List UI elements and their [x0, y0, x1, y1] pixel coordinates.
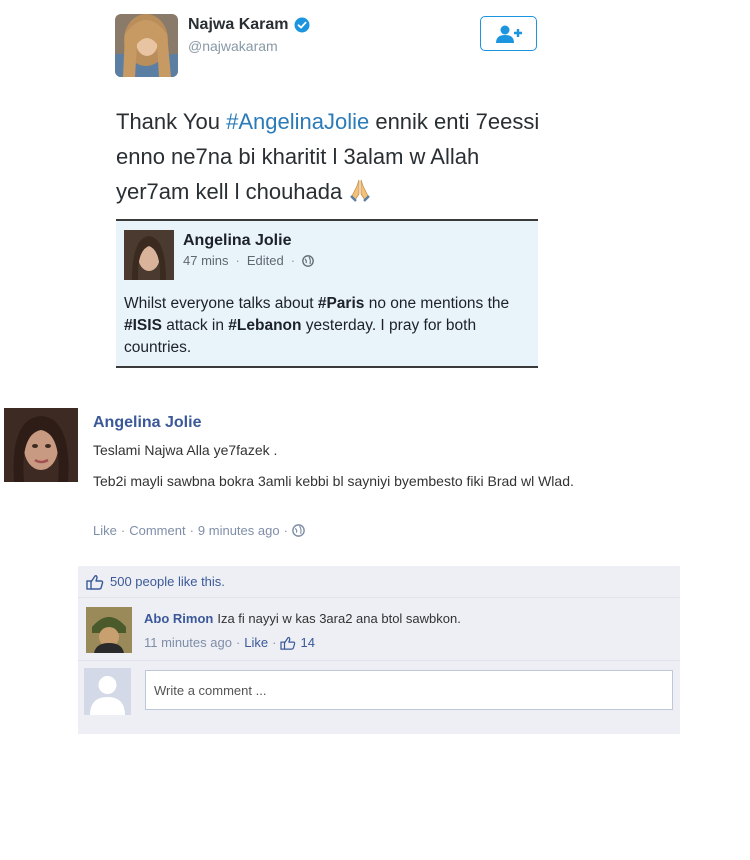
comment-author-avatar[interactable]: [4, 408, 78, 482]
embedded-tag-lebanon: #Lebanon: [228, 317, 302, 334]
reply-like-link[interactable]: Like: [244, 635, 268, 650]
separator-dot: ·: [120, 523, 126, 538]
write-comment-row: [78, 662, 680, 722]
embedded-post-author: Angelina Jolie: [183, 232, 292, 249]
comment-text-line2: Teb2i mayli sawbna bokra 3amli kebbi bl …: [93, 473, 574, 489]
tweet-author-handle[interactable]: @najwakaram: [188, 38, 278, 54]
reply-author-name[interactable]: Abo Rimon: [144, 611, 213, 626]
separator-dot: ·: [235, 635, 241, 650]
embedded-facebook-post[interactable]: Angelina Jolie 47 mins · Edited · Whilst…: [116, 219, 538, 368]
embedded-tag-isis: #ISIS: [124, 317, 162, 334]
add-user-icon: [495, 25, 522, 43]
reply-timestamp[interactable]: 11 minutes ago: [144, 635, 232, 650]
comment-text-line1: Teslami Najwa Alla ye7fazek .: [93, 442, 278, 458]
embedded-post-edited: Edited: [246, 253, 284, 268]
write-comment-input[interactable]: [145, 670, 673, 710]
embedded-post-meta: 47 mins · Edited ·: [183, 253, 314, 268]
tweet-text-prefix: Thank You: [116, 109, 227, 134]
separator-dot: ·: [283, 523, 288, 538]
comment-link[interactable]: Comment: [129, 523, 185, 538]
embedded-tag-paris: #Paris: [317, 295, 365, 312]
comment-timestamp[interactable]: 9 minutes ago: [198, 523, 280, 538]
embedded-text-part: attack in: [161, 317, 229, 334]
praying-hands-icon: [350, 179, 371, 202]
separator-dot: ·: [290, 253, 296, 268]
reply-text: Iza fi nayyi w kas 3ara2 ana btol sawbko…: [217, 611, 461, 626]
embedded-post-text: Whilst everyone talks about #Paris no on…: [124, 293, 536, 359]
comment-author-name[interactable]: Angelina Jolie: [93, 414, 201, 432]
embedded-text-part: no one mentions the: [364, 295, 510, 312]
reply-like-count[interactable]: 14: [300, 635, 314, 650]
tweet-author-name-row: Najwa Karam: [188, 16, 310, 34]
reply-author-avatar[interactable]: [86, 607, 132, 653]
current-user-avatar: [84, 668, 131, 715]
separator-dot: ·: [272, 635, 277, 650]
reply-comment: Abo Rimon Iza fi nayyi w kas 3ara2 ana bt…: [78, 599, 680, 661]
embedded-post-time: 47 mins: [183, 253, 229, 268]
verified-badge-icon: [294, 17, 309, 33]
tweet-hashtag-link[interactable]: #AngelinaJolie: [226, 109, 369, 134]
facebook-comment: Angelina Jolie Teslami Najwa Alla ye7faz…: [0, 396, 715, 576]
thumbs-up-icon: [280, 636, 296, 650]
globe-icon: [292, 524, 305, 537]
reply-header: Abo Rimon Iza fi nayyi w kas 3ara2 ana bt…: [144, 611, 461, 626]
likes-summary: 500 people like this.: [78, 566, 680, 598]
follow-button[interactable]: [480, 16, 537, 51]
tweet-author-avatar[interactable]: [115, 14, 178, 77]
comment-actions: Like · Comment · 9 minutes ago ·: [93, 523, 305, 538]
likes-count-text[interactable]: 500 people like this.: [110, 574, 225, 589]
tweet-text: Thank You #AngelinaJolie ennik enti 7ees…: [116, 104, 546, 209]
tweet-author-name[interactable]: Najwa Karam: [188, 16, 289, 34]
thumbs-up-icon: [86, 574, 104, 590]
like-link[interactable]: Like: [93, 523, 117, 538]
globe-icon: [302, 254, 314, 267]
embedded-text-part: Whilst everyone talks about: [124, 295, 318, 312]
reply-meta: 11 minutes ago · Like · 14: [144, 635, 315, 650]
embedded-post-avatar: [124, 230, 174, 280]
separator-dot: ·: [235, 253, 240, 268]
comments-panel: 500 people like this. Abo Rimon Iza fi na…: [78, 566, 680, 734]
separator-dot: ·: [189, 523, 194, 538]
